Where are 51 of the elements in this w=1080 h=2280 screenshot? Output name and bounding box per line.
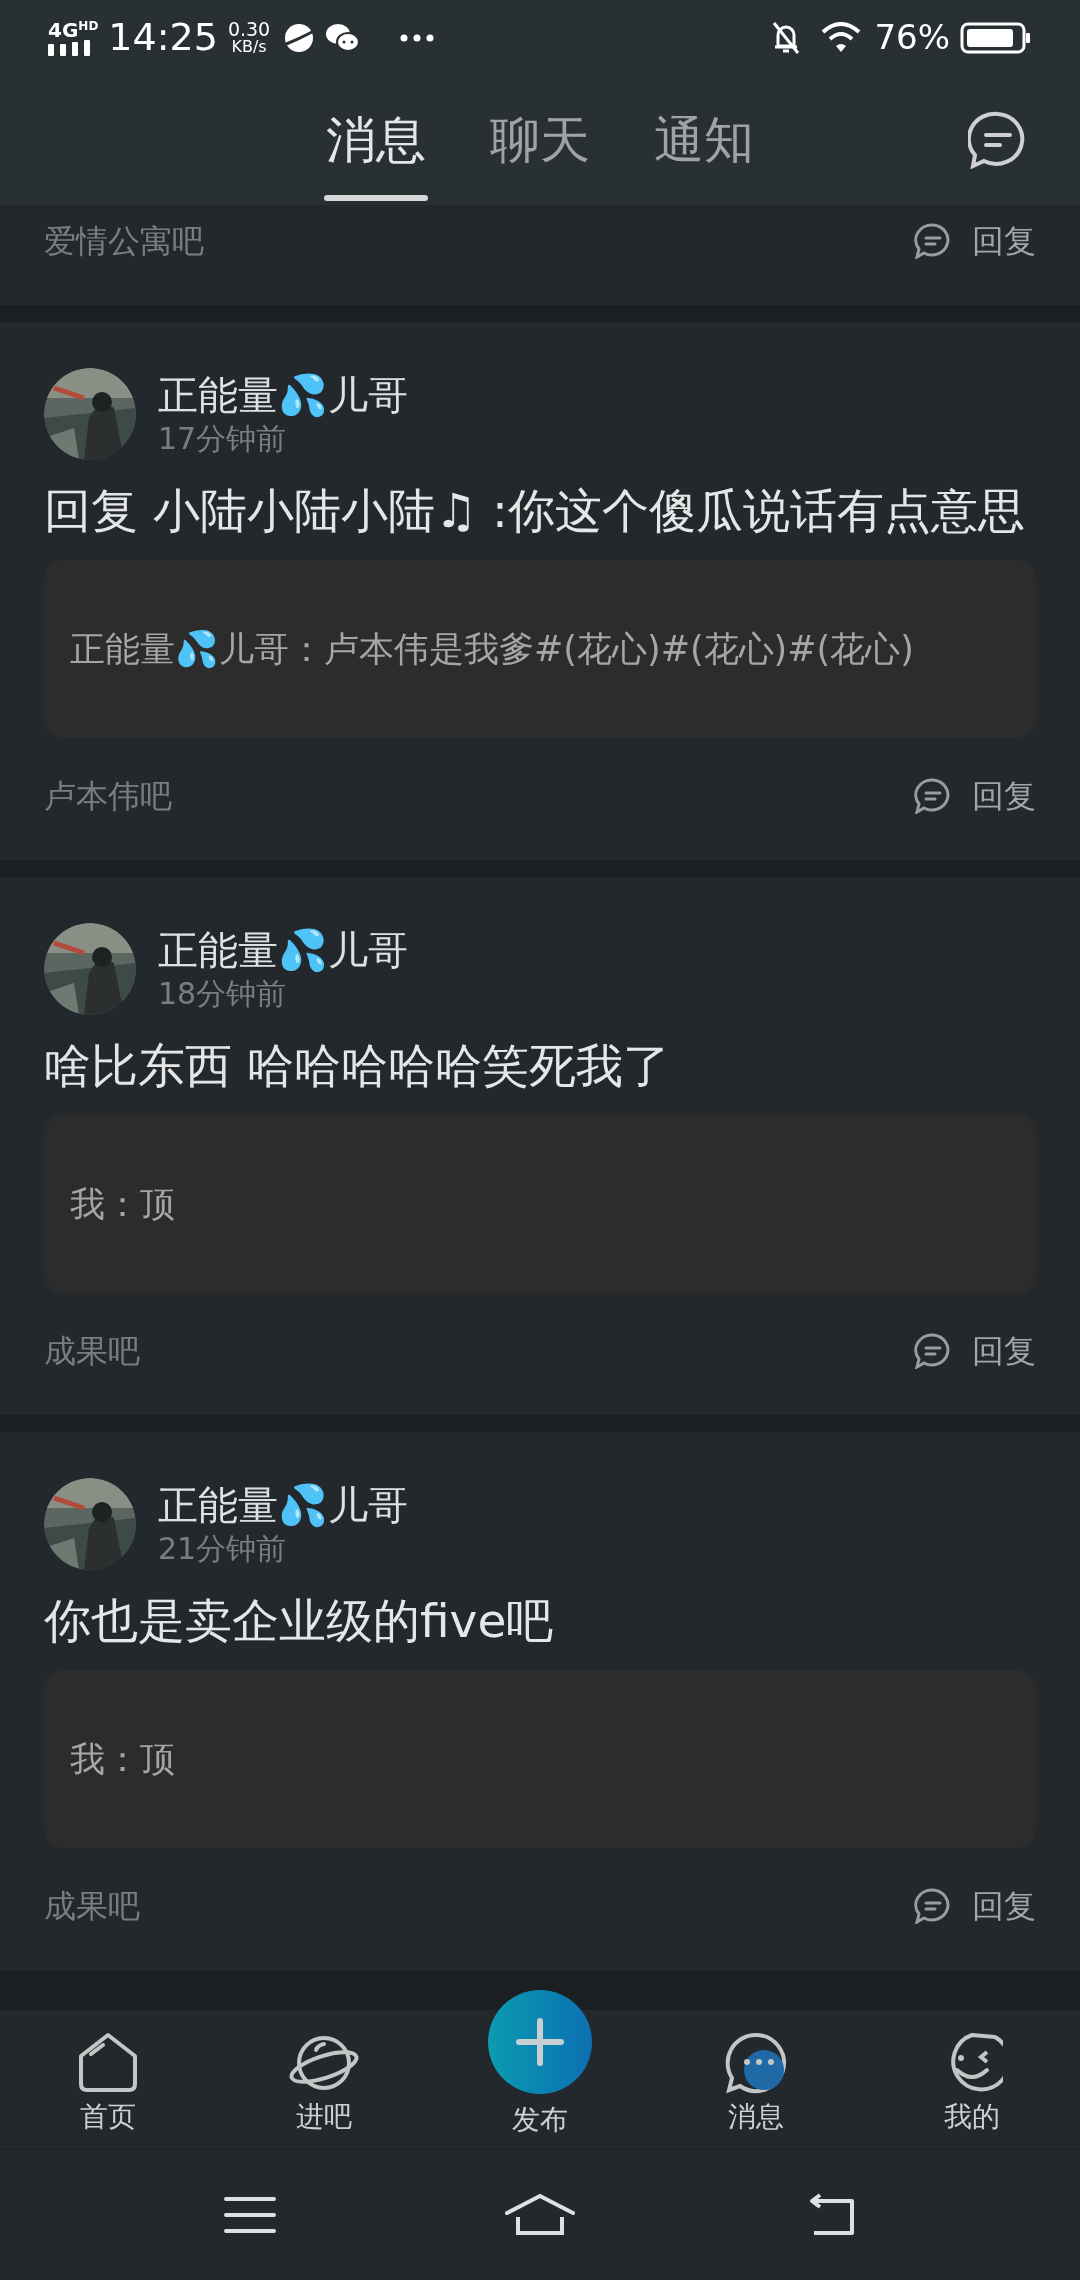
author-name[interactable]: 正能量💦儿哥: [158, 1480, 408, 1530]
tab[interactable]: 通知: [652, 75, 756, 205]
reply-link[interactable]: 回复: [972, 217, 1036, 265]
menu-icon[interactable]: [224, 2195, 276, 2235]
reply-text: 回复 小陆小陆小陆♫ :你这个傻瓜说话有点意思: [44, 482, 1026, 540]
nav-tab[interactable]: 进吧: [216, 2010, 432, 2149]
speed-unit: KB/s: [231, 39, 267, 55]
quoted-post[interactable]: 我：顶: [44, 1115, 1036, 1293]
reply-text: 啥比东西 哈哈哈哈哈笑死我了: [44, 1037, 671, 1095]
reply-link[interactable]: 回复: [972, 772, 1036, 820]
forum-name[interactable]: 成果吧: [44, 1882, 140, 1930]
more-icon: [400, 33, 435, 42]
message-card[interactable]: 爱情公寓吧 回复: [0, 205, 1080, 305]
quoted-post[interactable]: 正能量💦儿哥：卢本伟是我爹#(花心)#(花心)#(花心): [44, 560, 1036, 738]
plus-icon: [516, 2018, 564, 2066]
network-speed: 0.30: [227, 20, 271, 39]
post-time: 18分钟前: [158, 975, 288, 1013]
comment-icon: [914, 223, 952, 259]
signal-icon: [48, 39, 92, 56]
nav-tab[interactable]: 首页: [0, 2010, 216, 2149]
post-time: 17分钟前: [158, 420, 288, 458]
reply-text: 你也是卖企业级的five吧: [44, 1592, 555, 1650]
author-name[interactable]: 正能量💦儿哥: [158, 925, 408, 975]
hd-label: HD: [78, 19, 99, 32]
comment-icon: [914, 778, 952, 814]
nav-label[interactable]: 发布: [512, 2099, 568, 2141]
wifi-icon: [820, 21, 863, 54]
message-card[interactable]: 正能量💦儿哥 18分钟前 啥比东西 哈哈哈哈哈笑死我了 我：顶 成果吧 回复: [0, 877, 1080, 1415]
message-card[interactable]: 正能量💦儿哥 21分钟前 你也是卖企业级的five吧 我：顶 成果吧 回复: [0, 1432, 1080, 1970]
message-icon: [724, 2032, 788, 2094]
post-time: 21分钟前: [158, 1530, 288, 1568]
forum-name[interactable]: 爱情公寓吧: [44, 217, 204, 265]
message-card[interactable]: 正能量💦儿哥 17分钟前 回复 小陆小陆小陆♫ :你这个傻瓜说话有点意思 正能量💦儿哥：卢本伟是我爹#(花心)#(花心)#(花心) 卢本伟吧 回复: [0, 322, 1080, 860]
comment-icon: [914, 1888, 952, 1924]
author-name[interactable]: 正能量💦儿哥: [158, 370, 408, 420]
network-type: 4G: [48, 19, 79, 40]
forum-name[interactable]: 卢本伟吧: [44, 772, 172, 820]
tab[interactable]: 聊天: [488, 75, 592, 205]
comment-icon: [914, 1333, 952, 1369]
home-icon: [77, 2032, 139, 2094]
battery-percent: 76%: [874, 16, 950, 59]
reply-link[interactable]: 回复: [972, 1882, 1036, 1930]
forum-name[interactable]: 成果吧: [44, 1327, 140, 1375]
battery-icon: [960, 21, 1032, 54]
nav-tab[interactable]: 消息: [648, 2010, 864, 2149]
home-icon[interactable]: [504, 2193, 576, 2237]
reply-link[interactable]: 回复: [972, 1327, 1036, 1375]
quoted-post[interactable]: 我：顶: [44, 1670, 1036, 1848]
clock: 14:25: [108, 14, 218, 61]
tab[interactable]: 消息: [324, 75, 428, 205]
nav-tab[interactable]: 我的: [864, 2010, 1080, 2149]
